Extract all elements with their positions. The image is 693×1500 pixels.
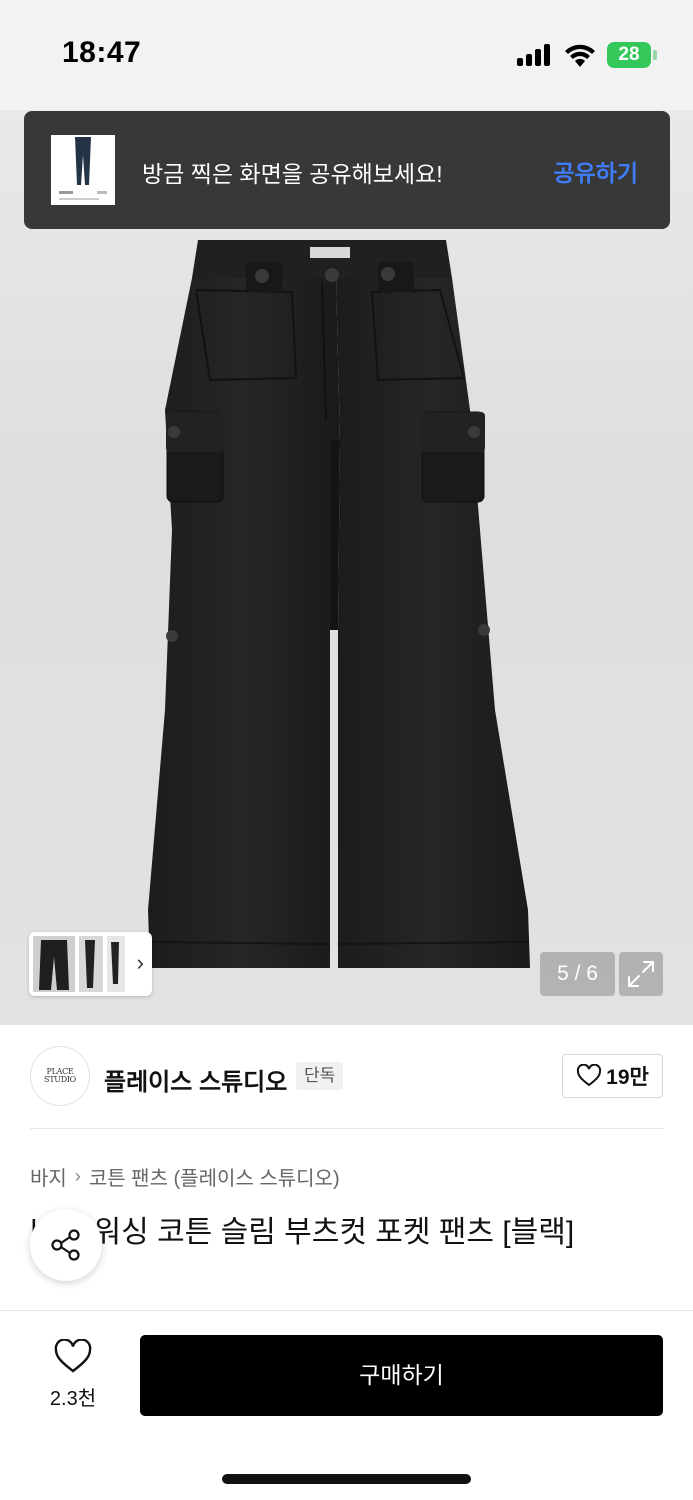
status-bar: 18:47 28 <box>0 0 693 110</box>
share-button[interactable] <box>30 1209 102 1281</box>
thumbnail-images <box>33 936 125 992</box>
pants-image <box>148 240 530 968</box>
heart-icon <box>54 1338 92 1373</box>
home-indicator[interactable] <box>222 1474 471 1484</box>
brand-logo[interactable]: PLACE STUDIO <box>30 1046 90 1106</box>
share-icon <box>51 1229 80 1261</box>
brand-like-button[interactable]: 19만 <box>562 1054 663 1098</box>
exclusive-badge: 단독 <box>296 1062 344 1090</box>
brand-name[interactable]: 플레이스 스튜디오 <box>104 1062 287 1097</box>
product-image[interactable] <box>0 110 693 1025</box>
brand-like-count: 19만 <box>606 1066 649 1089</box>
breadcrumb: 바지 › 코튼 팬츠 (플레이스 스튜디오) <box>30 1162 340 1191</box>
brand-logo-text: PLACE STUDIO <box>44 1067 76 1084</box>
breadcrumb-category[interactable]: 바지 <box>30 1162 67 1191</box>
image-page-counter: 5 / 6 <box>540 952 615 996</box>
heart-icon <box>577 1064 602 1087</box>
buy-button[interactable]: 구매하기 <box>140 1335 663 1416</box>
wifi-icon <box>565 44 595 67</box>
status-time: 18:47 <box>62 36 142 69</box>
chevron-right-icon: › <box>136 950 144 975</box>
share-action-link[interactable]: 공유하기 <box>553 154 638 188</box>
gallery-thumbnails[interactable]: › <box>29 932 152 996</box>
expand-image-button[interactable] <box>619 952 663 996</box>
bottom-purchase-bar: 2.3천 구매하기 <box>0 1310 693 1500</box>
battery-level: 28 <box>607 42 651 68</box>
battery-icon: 28 <box>607 42 657 68</box>
expand-icon <box>628 961 654 987</box>
divider <box>30 1128 663 1129</box>
product-title: 버튼 워싱 코튼 슬림 부츠컷 포켓 팬츠 [블랙] <box>30 1216 575 1249</box>
wishlist-button[interactable]: 2.3천 <box>36 1338 110 1411</box>
brand-row: PLACE STUDIO 플레이스 스튜디오 단독 19만 <box>0 1030 693 1130</box>
wishlist-count: 2.3천 <box>49 1388 97 1410</box>
toast-message: 방금 찍은 화면을 공유해보세요! <box>142 161 443 187</box>
screenshot-thumbnail <box>51 135 115 205</box>
breadcrumb-subcategory[interactable]: 코튼 팬츠 (플레이스 스튜디오) <box>89 1162 340 1191</box>
breadcrumb-separator-icon: › <box>74 1166 81 1186</box>
cellular-signal-icon <box>517 44 553 66</box>
share-toast[interactable]: 방금 찍은 화면을 공유해보세요! 공유하기 <box>24 111 670 229</box>
